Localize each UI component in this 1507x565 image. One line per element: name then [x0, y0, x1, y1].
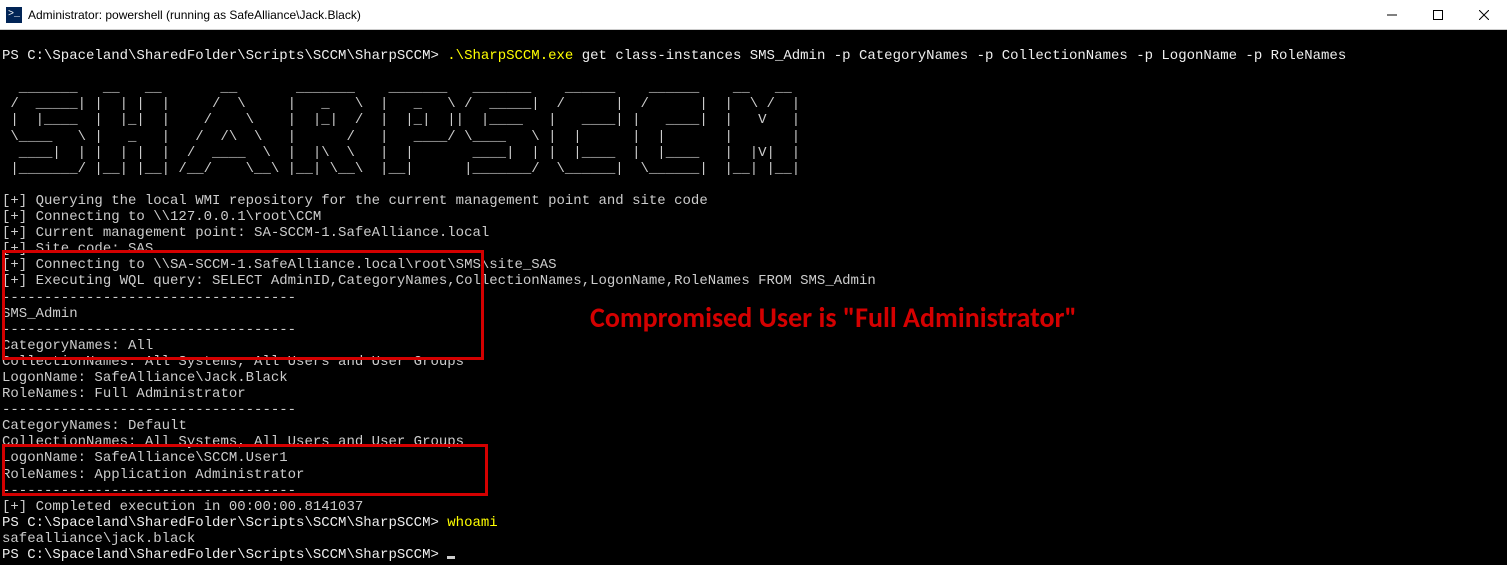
log-line: [+] Connecting to \\127.0.0.1\root\CCM [2, 209, 321, 225]
log-line: [+] Connecting to \\SA-SCCM-1.SafeAllian… [2, 257, 557, 273]
minimize-button[interactable] [1369, 0, 1415, 29]
log-line: [+] Current management point: SA-SCCM-1.… [2, 225, 489, 241]
command-args: get class-instances SMS_Admin -p Categor… [573, 48, 1346, 64]
log-line: [+] Querying the local WMI repository fo… [2, 193, 708, 209]
record1-collection: All Systems, All Users and User Groups [145, 354, 464, 370]
annotation-text: Compromised User is "Full Administrator" [590, 300, 1077, 335]
prompt-path: PS C:\Spaceland\SharedFolder\Scripts\SCC… [2, 515, 447, 531]
whoami-output: safealliance\jack.black [2, 531, 195, 547]
window-titlebar: >_ Administrator: powershell (running as… [0, 0, 1507, 30]
close-button[interactable] [1461, 0, 1507, 29]
window-controls [1369, 0, 1507, 29]
log-line: [+] Site code: SAS [2, 241, 153, 257]
record2-logon: SafeAlliance\SCCM.User1 [94, 450, 287, 466]
separator-line: ----------------------------------- [2, 322, 296, 338]
powershell-icon: >_ [6, 7, 22, 23]
record1-category: All [128, 338, 153, 354]
command-exe: .\SharpSCCM.exe [447, 48, 573, 64]
separator-line: ----------------------------------- [2, 402, 296, 418]
separator-line: ----------------------------------- [2, 290, 296, 306]
maximize-button[interactable] [1415, 0, 1461, 29]
ascii-banner: _______ __ __ __ _______ _______ _______… [2, 80, 809, 176]
terminal-area[interactable]: PS C:\Spaceland\SharedFolder\Scripts\SCC… [0, 30, 1507, 565]
window-title: Administrator: powershell (running as Sa… [28, 8, 361, 22]
record2-collection: All Systems, All Users and User Groups [145, 434, 464, 450]
section-header: SMS_Admin [2, 306, 78, 322]
cursor [447, 556, 455, 559]
log-line: [+] Executing WQL query: SELECT AdminID,… [2, 273, 876, 289]
record1-logon: SafeAlliance\Jack.Black [94, 370, 287, 386]
record1-roles: Full Administrator [94, 386, 245, 402]
record2-roles: Application Administrator [94, 467, 304, 483]
separator-line: ----------------------------------- [2, 483, 296, 499]
command: whoami [447, 515, 497, 531]
prompt-path: PS C:\Spaceland\SharedFolder\Scripts\SCC… [2, 547, 447, 563]
prompt-path: PS C:\Spaceland\SharedFolder\Scripts\SCC… [2, 48, 447, 64]
record2-category: Default [128, 418, 187, 434]
